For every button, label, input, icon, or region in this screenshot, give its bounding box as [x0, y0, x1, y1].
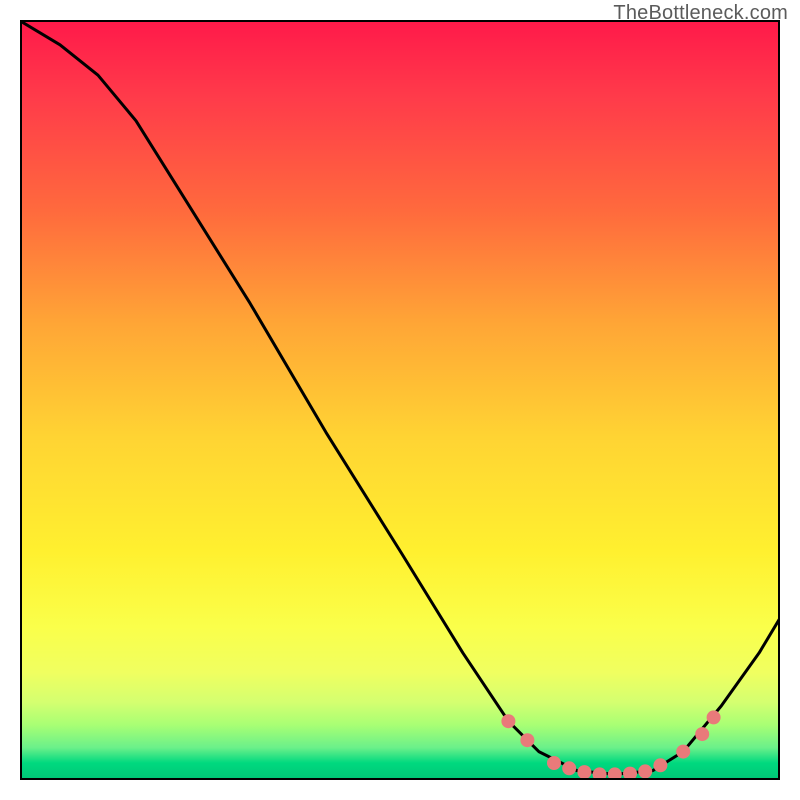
marker-dot [547, 756, 561, 770]
marker-dot [501, 714, 515, 728]
marker-dot [577, 765, 591, 779]
marker-dot [608, 767, 622, 780]
marker-dot [638, 764, 652, 778]
bottleneck-curve [22, 22, 780, 774]
plot-area [20, 20, 780, 780]
chart-svg [22, 22, 780, 780]
marker-dot [562, 761, 576, 775]
marker-dot [520, 733, 534, 747]
marker-dot [653, 758, 667, 772]
chart-container: TheBottleneck.com [0, 0, 800, 800]
marker-dot [623, 767, 637, 780]
marker-dot [593, 767, 607, 780]
marker-dot [695, 727, 709, 741]
marker-dot [676, 745, 690, 759]
marker-dot [707, 710, 721, 724]
